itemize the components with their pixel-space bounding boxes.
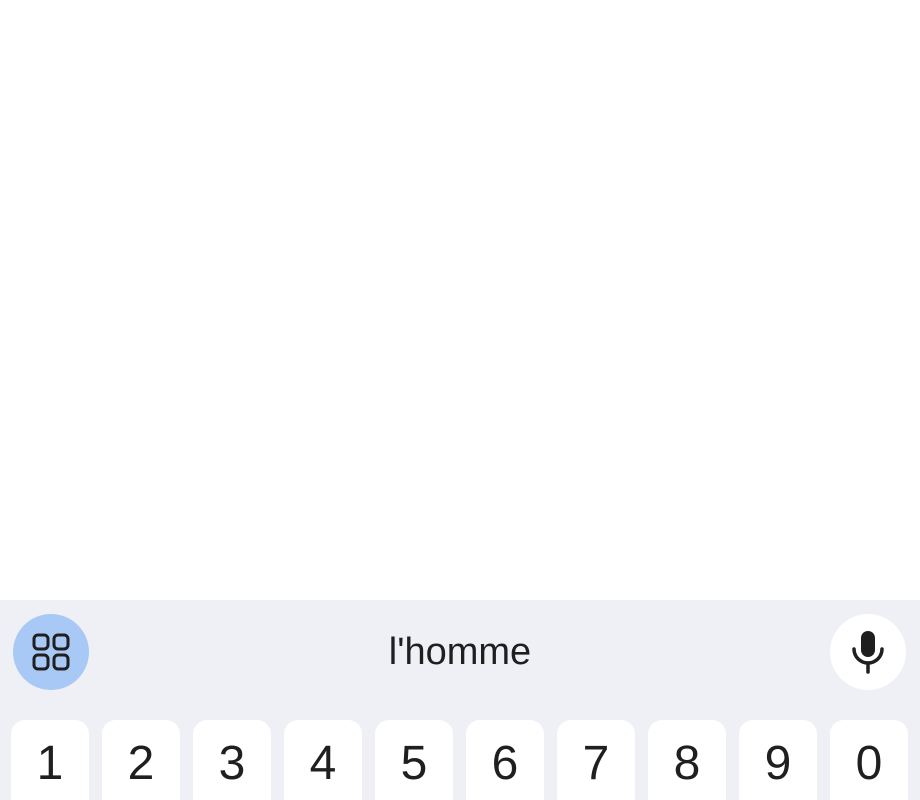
apps-button[interactable] bbox=[13, 614, 89, 690]
voice-input-button[interactable] bbox=[830, 614, 906, 690]
microphone-icon bbox=[852, 631, 884, 674]
key-6[interactable]: 6 bbox=[466, 720, 544, 800]
key-0[interactable]: 0 bbox=[830, 720, 908, 800]
key-1[interactable]: 1 bbox=[11, 720, 89, 800]
app-content-area bbox=[0, 0, 920, 600]
key-7[interactable]: 7 bbox=[557, 720, 635, 800]
key-8[interactable]: 8 bbox=[648, 720, 726, 800]
key-2[interactable]: 2 bbox=[102, 720, 180, 800]
key-9[interactable]: 9 bbox=[739, 720, 817, 800]
on-screen-keyboard: l'homme 1 2 3 4 5 6 7 8 9 0 bbox=[0, 600, 920, 800]
apps-grid-icon bbox=[32, 633, 70, 671]
number-key-row: 1 2 3 4 5 6 7 8 9 0 bbox=[0, 720, 920, 800]
suggestion-bar: l'homme bbox=[0, 600, 920, 704]
key-3[interactable]: 3 bbox=[193, 720, 271, 800]
word-suggestion[interactable]: l'homme bbox=[200, 624, 720, 680]
key-4[interactable]: 4 bbox=[284, 720, 362, 800]
key-5[interactable]: 5 bbox=[375, 720, 453, 800]
